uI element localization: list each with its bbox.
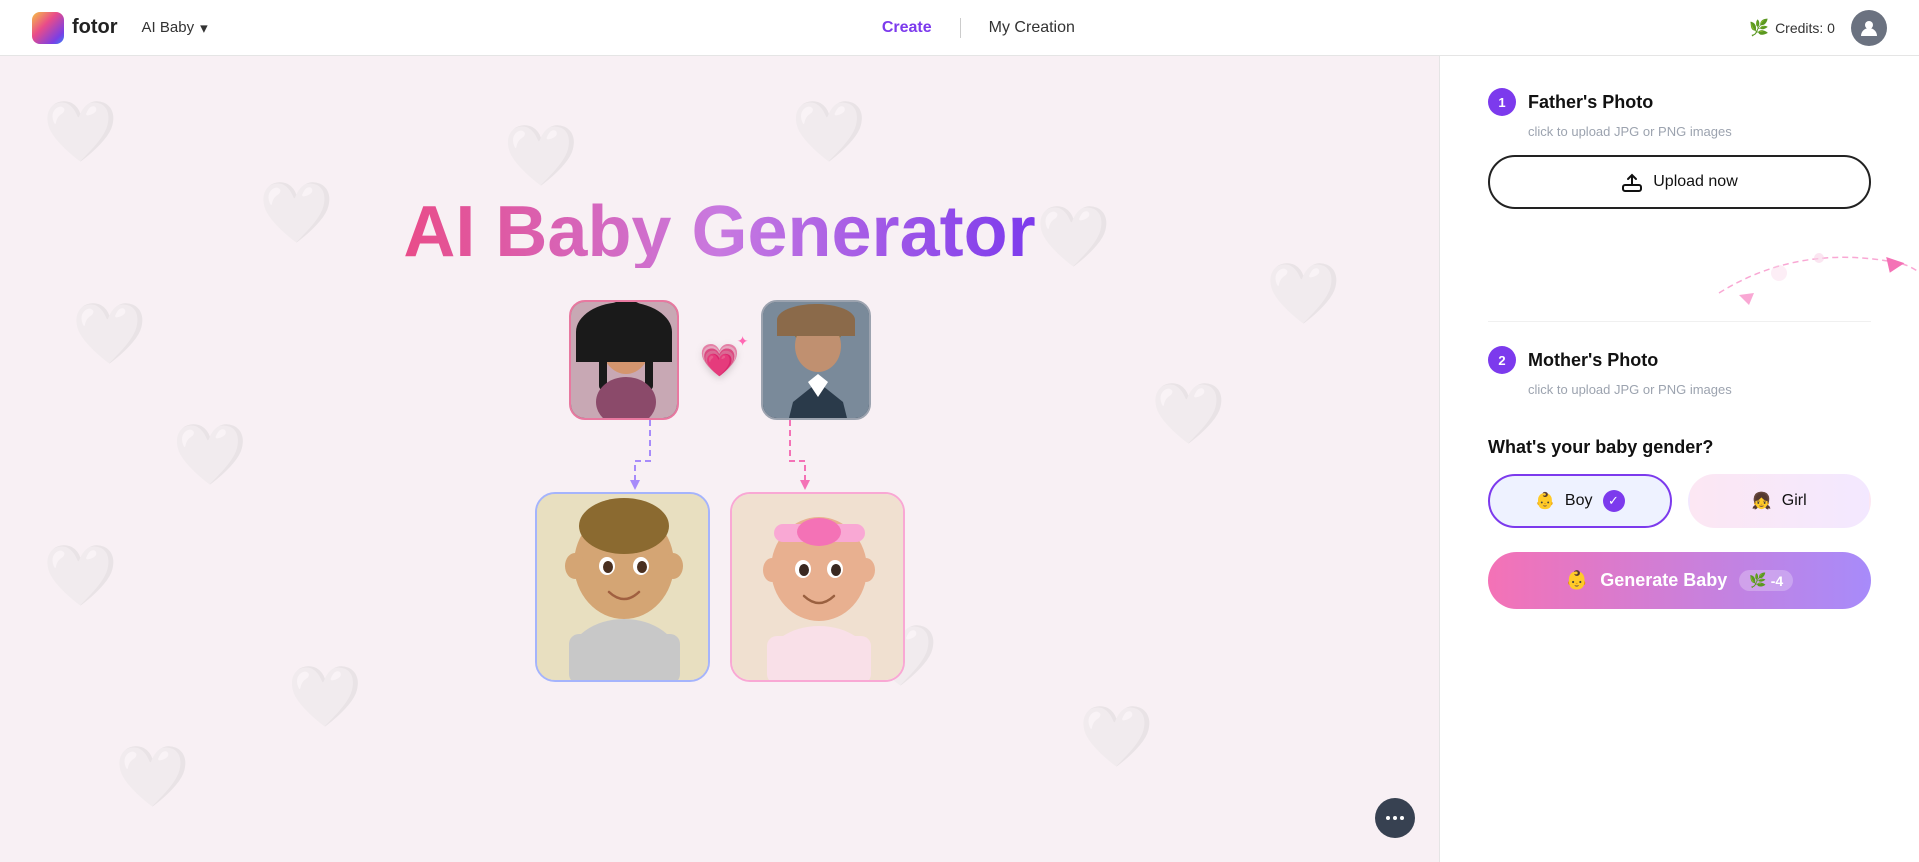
baby-photos (535, 492, 905, 682)
gender-section: What's your baby gender? 👶 Boy ✓ 👧 Girl (1488, 437, 1871, 528)
logo-icon (32, 12, 64, 44)
mother-photo-preview: ✦ (571, 302, 677, 418)
step1-title: Father's Photo (1528, 92, 1653, 113)
decorative-swoosh (1440, 233, 1919, 313)
father-photo-preview (763, 302, 869, 418)
chevron-down-icon: ▾ (200, 19, 208, 37)
girl-emoji: 👧 (1752, 491, 1772, 511)
father-photo-section: 1 Father's Photo click to upload JPG or … (1488, 88, 1871, 209)
header-left: fotor AI Baby ▾ (32, 12, 208, 44)
family-connector (580, 416, 860, 496)
dot2 (1393, 816, 1397, 820)
heart-between-parents: 💗 ✦ (695, 341, 745, 379)
girl-label: Girl (1782, 492, 1807, 510)
step1-subtitle: click to upload JPG or PNG images (1528, 124, 1871, 139)
boy-emoji: 👶 (1535, 491, 1555, 511)
credits-display: 🌿 Credits: 0 (1749, 18, 1835, 38)
logo: fotor (32, 12, 118, 44)
parent-photos: ✦ 💗 ✦ (569, 300, 871, 420)
step2-subtitle: click to upload JPG or PNG images (1528, 382, 1871, 397)
ai-baby-label: AI Baby (142, 19, 195, 36)
father-photo-frame (761, 300, 871, 420)
canvas-content: AI Baby Generator (403, 196, 1035, 682)
ai-baby-dropdown[interactable]: AI Baby ▾ (142, 19, 208, 37)
baby-generate-icon: 👶 (1566, 570, 1588, 591)
leaf-cost-icon: 🌿 (1749, 572, 1766, 589)
boy-label: Boy (1565, 492, 1593, 510)
generate-baby-button[interactable]: 👶 Generate Baby 🌿 -4 (1488, 552, 1871, 609)
nav-my-creation[interactable]: My Creation (961, 19, 1103, 37)
right-panel: 1 Father's Photo click to upload JPG or … (1439, 56, 1919, 862)
leaf-icon: 🌿 (1749, 18, 1769, 38)
more-options-button[interactable] (1375, 798, 1415, 838)
mother-photo-frame: ✦ (569, 300, 679, 420)
sparkle-icon: ✦ (737, 333, 749, 350)
upload-now-label: Upload now (1653, 173, 1738, 191)
credits-cost-value: -4 (1771, 573, 1783, 589)
step1-header: 1 Father's Photo (1488, 88, 1871, 116)
logo-text: fotor (72, 16, 118, 39)
boy-check-icon: ✓ (1603, 490, 1625, 512)
credits-cost-badge: 🌿 -4 (1739, 570, 1793, 591)
header: fotor AI Baby ▾ Create My Creation 🌿 Cre… (0, 0, 1919, 56)
credits-value: Credits: 0 (1775, 20, 1835, 36)
heart-icon: 💗 (700, 341, 740, 379)
svg-text:✦: ✦ (653, 317, 666, 334)
father-upload-button[interactable]: Upload now (1488, 155, 1871, 209)
step2-header: 2 Mother's Photo (1488, 346, 1871, 374)
step2-title: Mother's Photo (1528, 350, 1658, 371)
photo-diagram: ✦ 💗 ✦ (535, 300, 905, 682)
step2-number: 2 (1488, 346, 1516, 374)
dot3 (1400, 816, 1404, 820)
dot1 (1386, 816, 1390, 820)
mother-photo-section: 2 Mother's Photo click to upload JPG or … (1488, 346, 1871, 413)
baby-boy-frame (535, 492, 710, 682)
gender-question: What's your baby gender? (1488, 437, 1871, 458)
generate-label: Generate Baby (1600, 570, 1727, 591)
page-title: AI Baby Generator (403, 196, 1035, 268)
baby-girl-frame (730, 492, 905, 682)
main-content: 🤍 🤍 🤍 🤍 🤍 🤍 🤍 🤍 🤍 🤍 🤍 🤍 🤍 🤍 AI Baby Gene… (0, 56, 1919, 862)
boy-gender-button[interactable]: 👶 Boy ✓ (1488, 474, 1672, 528)
main-nav: Create My Creation (854, 18, 1103, 38)
gender-options: 👶 Boy ✓ 👧 Girl (1488, 474, 1871, 528)
upload-icon (1621, 171, 1643, 193)
canvas-area: 🤍 🤍 🤍 🤍 🤍 🤍 🤍 🤍 🤍 🤍 🤍 🤍 🤍 🤍 AI Baby Gene… (0, 56, 1439, 862)
section-divider (1488, 321, 1871, 322)
girl-gender-button[interactable]: 👧 Girl (1688, 474, 1872, 528)
step1-number: 1 (1488, 88, 1516, 116)
user-avatar[interactable] (1851, 10, 1887, 46)
nav-create[interactable]: Create (854, 19, 960, 37)
header-right: 🌿 Credits: 0 (1749, 10, 1887, 46)
